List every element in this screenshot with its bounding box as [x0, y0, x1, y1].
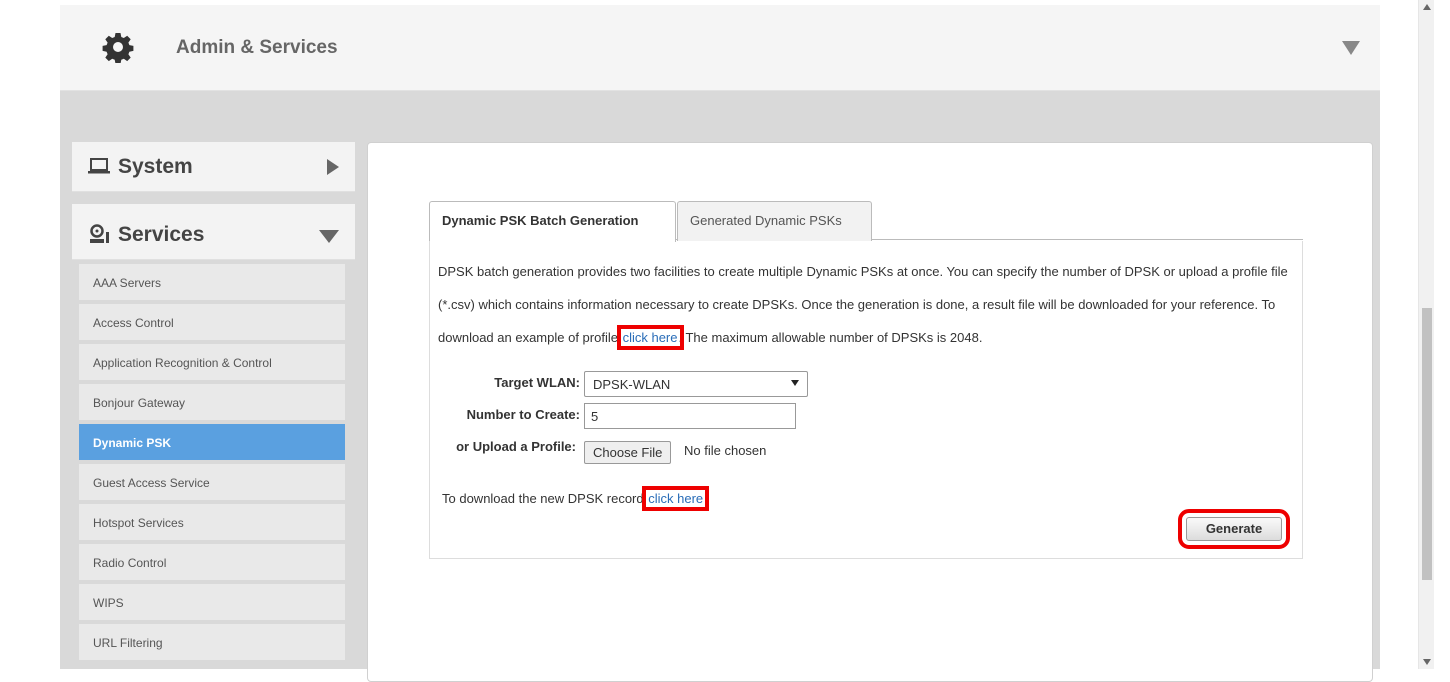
download-dpsk-link[interactable]: click here	[642, 486, 710, 511]
sidebar-item-wips[interactable]: WIPS	[79, 584, 345, 620]
sidebar-item-access-control[interactable]: Access Control	[79, 304, 345, 340]
gear-icon	[102, 33, 134, 63]
caret-down-icon	[791, 380, 799, 386]
description: DPSK batch generation provides two facil…	[438, 255, 1302, 354]
sidebar-item-guest-access[interactable]: Guest Access Service	[79, 464, 345, 500]
chevron-down-icon[interactable]	[1342, 41, 1360, 55]
target-wlan-value: DPSK-WLAN	[593, 377, 671, 392]
target-wlan-row: Target WLAN: DPSK-WLAN	[430, 371, 1030, 399]
description-text-end: . The maximum allowable number of DPSKs …	[678, 330, 983, 345]
header-bar[interactable]: Admin & Services	[60, 5, 1380, 91]
scroll-up-icon[interactable]	[1423, 4, 1431, 10]
sidebar-item-url-filtering[interactable]: URL Filtering	[79, 624, 345, 660]
target-wlan-label: Target WLAN:	[494, 375, 580, 390]
sidebar-item-radio-control[interactable]: Radio Control	[79, 544, 345, 580]
sidebar-item-hotspot-services[interactable]: Hotspot Services	[79, 504, 345, 540]
scrollbar-thumb[interactable]	[1422, 308, 1432, 580]
tab-dpsk-batch-generation[interactable]: Dynamic PSK Batch Generation	[429, 201, 676, 242]
services-icon	[90, 224, 109, 243]
scroll-down-icon[interactable]	[1423, 659, 1431, 665]
chevron-right-icon	[327, 159, 339, 175]
sidebar-section-system[interactable]: System	[72, 142, 355, 192]
sidebar-system-label: System	[118, 155, 193, 178]
sidebar-item-dynamic-psk[interactable]: Dynamic PSK	[79, 424, 345, 460]
scrollbar[interactable]	[1418, 0, 1434, 669]
page: Admin & Services System Services AAA Ser…	[60, 5, 1380, 682]
tab-panel: DPSK batch generation provides two facil…	[429, 241, 1303, 559]
app-frame: Admin & Services System Services AAA Ser…	[0, 0, 1434, 682]
chevron-down-icon	[319, 230, 339, 243]
tab-generated-dpsks[interactable]: Generated Dynamic PSKs	[677, 201, 872, 241]
download-text: To download the new DPSK record	[442, 491, 644, 506]
tab-bar: Dynamic PSK Batch Generation Generated D…	[429, 201, 1303, 242]
example-profile-link[interactable]: click here	[616, 325, 684, 350]
sidebar-item-bonjour-gateway[interactable]: Bonjour Gateway	[79, 384, 345, 420]
sidebar: System Services AAA Servers Access Contr…	[72, 142, 355, 660]
number-row: Number to Create: 5	[430, 403, 1030, 431]
page-title: Admin & Services	[176, 37, 338, 58]
number-to-create-input[interactable]: 5	[584, 403, 796, 429]
sidebar-services-label: Services	[118, 223, 205, 246]
laptop-icon	[88, 158, 110, 174]
download-row: To download the new DPSK record click he…	[442, 486, 1042, 515]
sidebar-section-services[interactable]: Services	[72, 204, 355, 260]
target-wlan-select[interactable]: DPSK-WLAN	[584, 371, 808, 397]
choose-file-button[interactable]: Choose File	[584, 441, 672, 464]
generate-button[interactable]: Generate	[1178, 509, 1290, 549]
no-file-status: No file chosen	[684, 443, 767, 458]
number-label: Number to Create:	[466, 407, 580, 422]
sidebar-item-application-recognition[interactable]: Application Recognition & Control	[79, 344, 345, 380]
sidebar-item-aaa-servers[interactable]: AAA Servers	[79, 264, 345, 300]
upload-row: or Upload a Profile: Choose File No file…	[430, 439, 1030, 469]
content-panel: Dynamic PSK Batch Generation Generated D…	[367, 142, 1373, 682]
upload-label: or Upload a Profile:	[456, 439, 576, 454]
